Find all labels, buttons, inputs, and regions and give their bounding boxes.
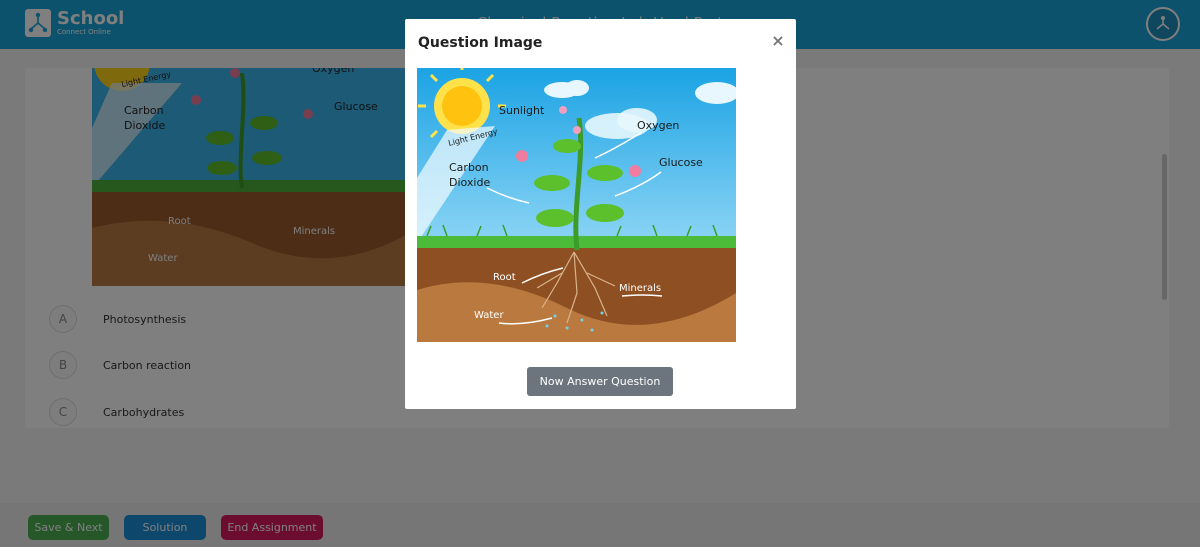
now-answer-question-button[interactable]: Now Answer Question — [527, 367, 673, 396]
question-image-modal: Question Image × Sunlight Light Energy O… — [405, 19, 796, 409]
label-glucose: Glucose — [659, 156, 703, 169]
label-minerals: Minerals — [619, 283, 661, 294]
label-sunlight: Sunlight — [499, 104, 545, 117]
label-oxygen: Oxygen — [637, 119, 679, 132]
label-water: Water — [474, 310, 504, 321]
close-icon[interactable]: × — [769, 32, 787, 50]
label-root: Root — [493, 272, 516, 283]
label-dioxide: Dioxide — [449, 176, 490, 189]
modal-title: Question Image — [418, 35, 543, 51]
photosynthesis-diagram-image: Sunlight Light Energy Oxygen Carbon Diox… — [417, 68, 736, 342]
label-carbon: Carbon — [449, 161, 489, 174]
